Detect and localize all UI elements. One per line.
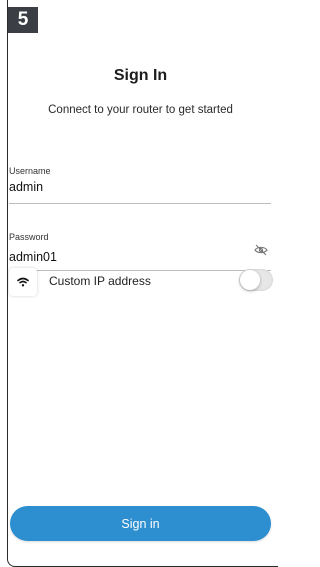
toggle-knob [240, 270, 260, 290]
username-label: Username [9, 166, 51, 176]
custom-ip-label: Custom IP address [49, 274, 151, 288]
username-field[interactable]: admin [9, 180, 43, 194]
wifi-icon-box [9, 268, 37, 296]
password-field[interactable]: admin01 [9, 250, 57, 264]
page-subtitle: Connect to your router to get started [48, 104, 233, 116]
custom-ip-toggle[interactable] [239, 269, 273, 291]
wifi-icon [17, 277, 29, 287]
password-label: Password [9, 232, 49, 242]
step-badge: 5 [8, 7, 38, 33]
sign-in-button[interactable]: Sign in [10, 506, 271, 541]
custom-ip-row: Custom IP address [9, 266, 273, 298]
page-title: Sign In [113, 67, 168, 84]
eye-off-icon[interactable] [254, 244, 268, 256]
username-underline [9, 203, 271, 204]
